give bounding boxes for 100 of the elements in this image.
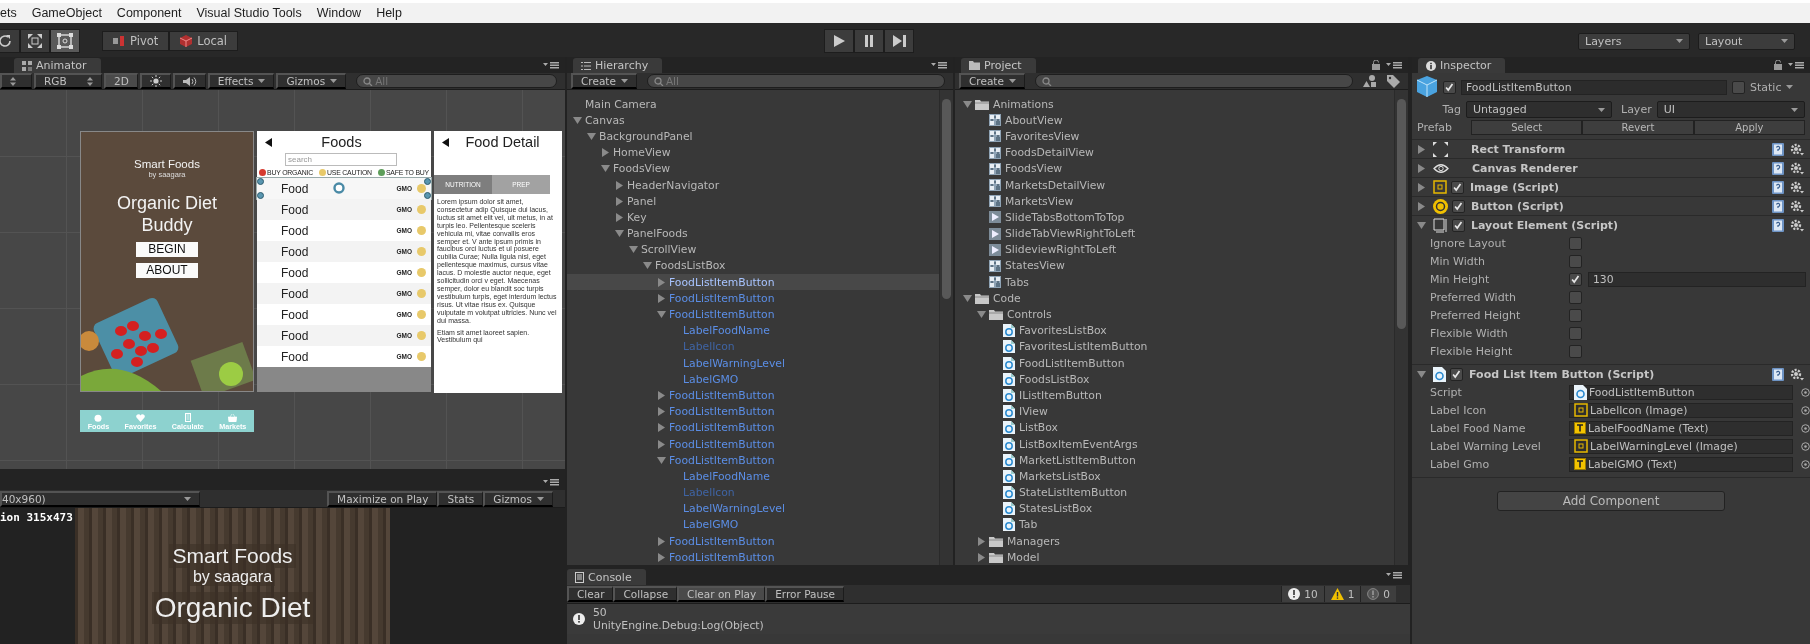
project-item[interactable]: Code xyxy=(993,291,1021,305)
property-checkbox[interactable] xyxy=(1569,272,1582,286)
project-item[interactable]: FoodsListBox xyxy=(1019,372,1090,386)
property-checkbox[interactable] xyxy=(1569,344,1582,358)
component-title[interactable]: Canvas Renderer xyxy=(1472,161,1578,175)
create-dropdown[interactable]: Create xyxy=(571,73,637,89)
tag-dropdown[interactable]: Untagged xyxy=(1466,101,1612,118)
lock-icon[interactable] xyxy=(1774,60,1782,70)
expand-arrow-icon[interactable] xyxy=(643,261,652,271)
property-checkbox[interactable] xyxy=(1569,290,1582,304)
back-arrow-icon[interactable] xyxy=(265,137,272,147)
expand-arrow-icon[interactable] xyxy=(615,196,624,206)
hierarchy-item[interactable]: Canvas xyxy=(567,112,939,129)
expand-arrow-icon[interactable] xyxy=(1417,182,1426,192)
menu-item[interactable]: Component xyxy=(116,6,182,20)
expand-arrow-icon[interactable] xyxy=(977,310,986,320)
enabled-checkbox[interactable] xyxy=(1451,180,1464,194)
object-name-field[interactable]: FoodListItemButton xyxy=(1461,79,1727,95)
help-icon[interactable] xyxy=(1772,142,1784,156)
panel-menu-icon[interactable] xyxy=(543,478,559,486)
component-title[interactable]: Layout Element (Script) xyxy=(1471,218,1619,232)
hierarchy-item[interactable]: LabelWarningLevel xyxy=(567,500,939,517)
expand-arrow-icon[interactable] xyxy=(1417,220,1426,230)
back-arrow-icon[interactable] xyxy=(442,137,449,147)
filter-type-icon[interactable] xyxy=(1363,75,1377,87)
object-reference-field[interactable]: LabelGMO (Text) xyxy=(1569,456,1793,472)
hierarchy-item[interactable]: HeaderNavigator xyxy=(567,176,939,194)
animator-tab[interactable]: Animator xyxy=(14,58,101,73)
object-reference-field[interactable]: LabelWarningLevel (Image) xyxy=(1569,438,1793,454)
shading-dropdown[interactable]: RGB xyxy=(34,73,102,89)
gear-icon[interactable] xyxy=(1790,180,1804,194)
expand-arrow-icon[interactable] xyxy=(587,131,596,141)
layout-dropdown[interactable]: Layout xyxy=(1698,32,1795,50)
console-toggle[interactable]: Error Pause xyxy=(765,586,845,602)
expand-arrow-icon[interactable] xyxy=(657,293,666,303)
project-item[interactable]: ListBox xyxy=(1019,421,1058,435)
project-item[interactable]: ListBoxItemEventArgs xyxy=(1019,437,1138,451)
property-checkbox[interactable] xyxy=(1569,308,1582,322)
pivot-icon[interactable] xyxy=(333,182,345,194)
scrollbar[interactable] xyxy=(939,90,953,565)
pivot-button[interactable]: Pivot xyxy=(102,31,170,51)
project-item[interactable]: FoodListItemButton xyxy=(1019,356,1125,370)
project-item[interactable]: FavoritesListBox xyxy=(1019,324,1107,338)
scrollbar[interactable] xyxy=(1394,90,1408,565)
project-item[interactable]: IView xyxy=(1019,405,1048,419)
static-checkbox[interactable] xyxy=(1732,80,1745,94)
project-item[interactable]: SlideTabViewRightToLeft xyxy=(1005,227,1136,241)
log-counter[interactable]: 1 xyxy=(1323,586,1361,602)
menu-item[interactable]: Window xyxy=(316,6,362,20)
expand-arrow-icon[interactable] xyxy=(657,439,666,449)
expand-arrow-icon[interactable] xyxy=(657,455,666,465)
component-title[interactable]: Food List Item Button (Script) xyxy=(1469,367,1655,381)
game-view-button[interactable]: Gizmos xyxy=(483,490,553,507)
project-item[interactable]: StateListItemButton xyxy=(1019,486,1128,500)
expand-arrow-icon[interactable] xyxy=(615,212,624,222)
create-dropdown[interactable]: Create xyxy=(959,73,1025,89)
object-reference-field[interactable]: LabelIcon (Image) xyxy=(1569,402,1793,418)
project-item[interactable]: Model xyxy=(1007,550,1040,564)
hierarchy-item[interactable]: FoodListItemButton xyxy=(567,306,939,323)
help-icon[interactable] xyxy=(1772,367,1784,381)
project-item[interactable]: IListItemButton xyxy=(1019,388,1102,402)
expand-arrow-icon[interactable] xyxy=(977,552,986,562)
expand-arrow-icon[interactable] xyxy=(1417,163,1426,173)
2d-toggle[interactable]: 2D xyxy=(104,73,138,89)
hierarchy-item[interactable]: FoodsView xyxy=(567,160,939,177)
expand-arrow-icon[interactable] xyxy=(601,148,610,158)
menu-item[interactable]: ets xyxy=(0,6,17,20)
add-component-button[interactable]: Add Component xyxy=(1497,491,1725,511)
project-item[interactable]: Animations xyxy=(993,97,1054,111)
menu-item[interactable]: GameObject xyxy=(31,6,102,20)
help-icon[interactable] xyxy=(1772,218,1784,232)
project-item[interactable]: FavoritesListItemButton xyxy=(1019,340,1148,354)
project-item[interactable]: Tab xyxy=(1019,518,1038,532)
console-toggle[interactable]: Clear on Play xyxy=(677,586,766,602)
hierarchy-item[interactable]: FoodListItemButton xyxy=(567,387,939,404)
gear-icon[interactable] xyxy=(1790,142,1804,156)
hierarchy-item[interactable]: Key xyxy=(567,209,939,226)
log-counter[interactable]: 0 xyxy=(1360,586,1396,602)
hierarchy-item[interactable]: LabelGMO xyxy=(567,516,939,534)
gear-icon[interactable] xyxy=(1790,199,1804,213)
panel-menu-icon[interactable] xyxy=(1788,61,1804,69)
expand-arrow-icon[interactable] xyxy=(1417,369,1426,379)
enabled-checkbox[interactable] xyxy=(1450,367,1463,381)
active-checkbox[interactable] xyxy=(1443,80,1456,94)
object-reference-field[interactable]: LabelFoodName (Text) xyxy=(1569,420,1793,436)
tool-button[interactable] xyxy=(20,29,50,53)
hierarchy-item[interactable]: BackgroundPanel xyxy=(567,128,939,145)
expand-arrow-icon[interactable] xyxy=(657,407,666,417)
log-counter[interactable]: 10 xyxy=(1281,586,1324,602)
hierarchy-item[interactable]: LabelFoodName xyxy=(567,468,939,485)
draw-mode-dropdown[interactable] xyxy=(0,73,32,89)
project-item[interactable]: SlideviewRightToLeft xyxy=(1005,243,1117,257)
lighting-toggle[interactable] xyxy=(139,73,171,89)
object-reference-field[interactable]: FoodListItemButton xyxy=(1569,384,1793,400)
hierarchy-item[interactable]: FoodListItemButton xyxy=(567,290,939,307)
hierarchy-item[interactable]: ScrollView xyxy=(567,241,939,258)
expand-arrow-icon[interactable] xyxy=(1417,144,1426,154)
menu-item[interactable]: Help xyxy=(376,6,402,20)
hierarchy-item[interactable]: PanelFoods xyxy=(567,225,939,242)
console-toggle[interactable]: Clear xyxy=(567,586,614,602)
